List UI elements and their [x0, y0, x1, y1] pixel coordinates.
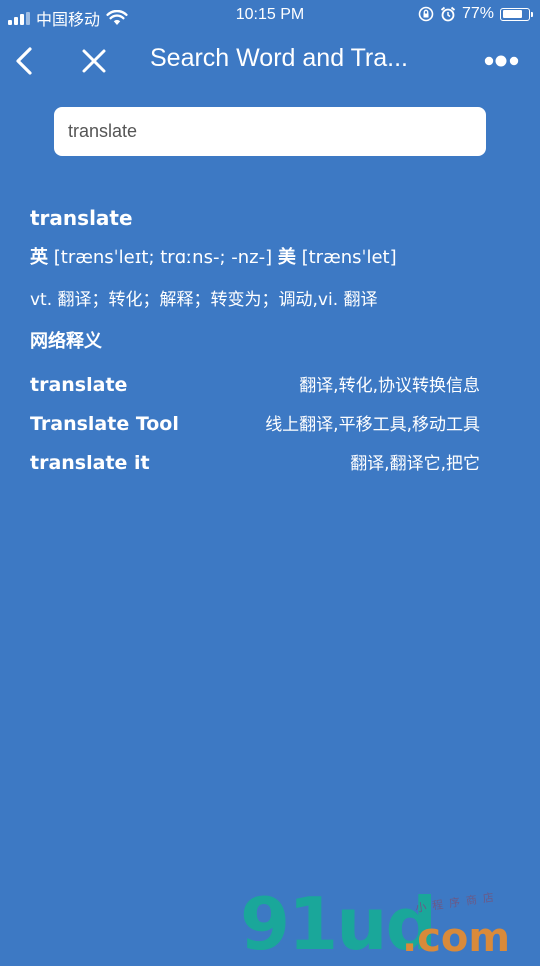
orientation-lock-icon	[418, 6, 434, 22]
alarm-icon	[440, 6, 456, 22]
back-icon[interactable]	[10, 44, 40, 78]
web-term: translate	[30, 374, 128, 396]
web-meaning: 线上翻译,平移工具,移动工具	[265, 415, 480, 435]
web-section-title: 网络释义	[30, 331, 102, 352]
watermark-suffix: .com	[402, 915, 511, 961]
web-meaning: 翻译,翻译它,把它	[350, 454, 480, 474]
battery-icon	[500, 7, 533, 21]
uk-tag: 英	[30, 247, 48, 268]
search-input[interactable]	[54, 107, 486, 156]
status-bar: 中国移动 10:15 PM 77%	[0, 0, 540, 30]
watermark-logo: 91ud .com 小程序商店	[240, 888, 540, 961]
web-term: translate it	[30, 452, 150, 474]
us-tag: 美	[277, 247, 296, 268]
status-right: 77%	[418, 5, 533, 23]
definition: vt. 翻译；转化；解释；转变为；调动,vi. 翻译	[30, 290, 378, 310]
battery-percent: 77%	[461, 5, 494, 22]
web-meaning: 翻译,转化,协议转换信息	[299, 376, 480, 396]
word-title: translate	[30, 206, 133, 230]
nav-bar: Search Word and Tra...	[0, 30, 540, 92]
more-icon[interactable]	[484, 54, 524, 68]
result-content: translate 英 [trænsˈleɪt; trɑːns-; -nz-] …	[30, 200, 480, 483]
us-phonetic: [trænsˈlet]	[301, 247, 397, 268]
search-box	[54, 107, 486, 156]
uk-phonetic: [trænsˈleɪt; trɑːns-; -nz-]	[53, 247, 273, 268]
web-list: translate 翻译,转化,协议转换信息 Translate Tool 线上…	[30, 366, 480, 483]
close-icon[interactable]	[78, 45, 110, 77]
list-item: translate 翻译,转化,协议转换信息	[30, 366, 480, 405]
phonetic-line: 英 [trænsˈleɪt; trɑːns-; -nz-] 美 [trænsˈl…	[30, 240, 480, 276]
list-item: translate it 翻译,翻译它,把它	[30, 444, 480, 483]
list-item: Translate Tool 线上翻译,平移工具,移动工具	[30, 405, 480, 444]
battery-fill	[502, 10, 522, 18]
web-term: Translate Tool	[30, 413, 179, 435]
page-title: Search Word and Tra...	[150, 44, 408, 72]
